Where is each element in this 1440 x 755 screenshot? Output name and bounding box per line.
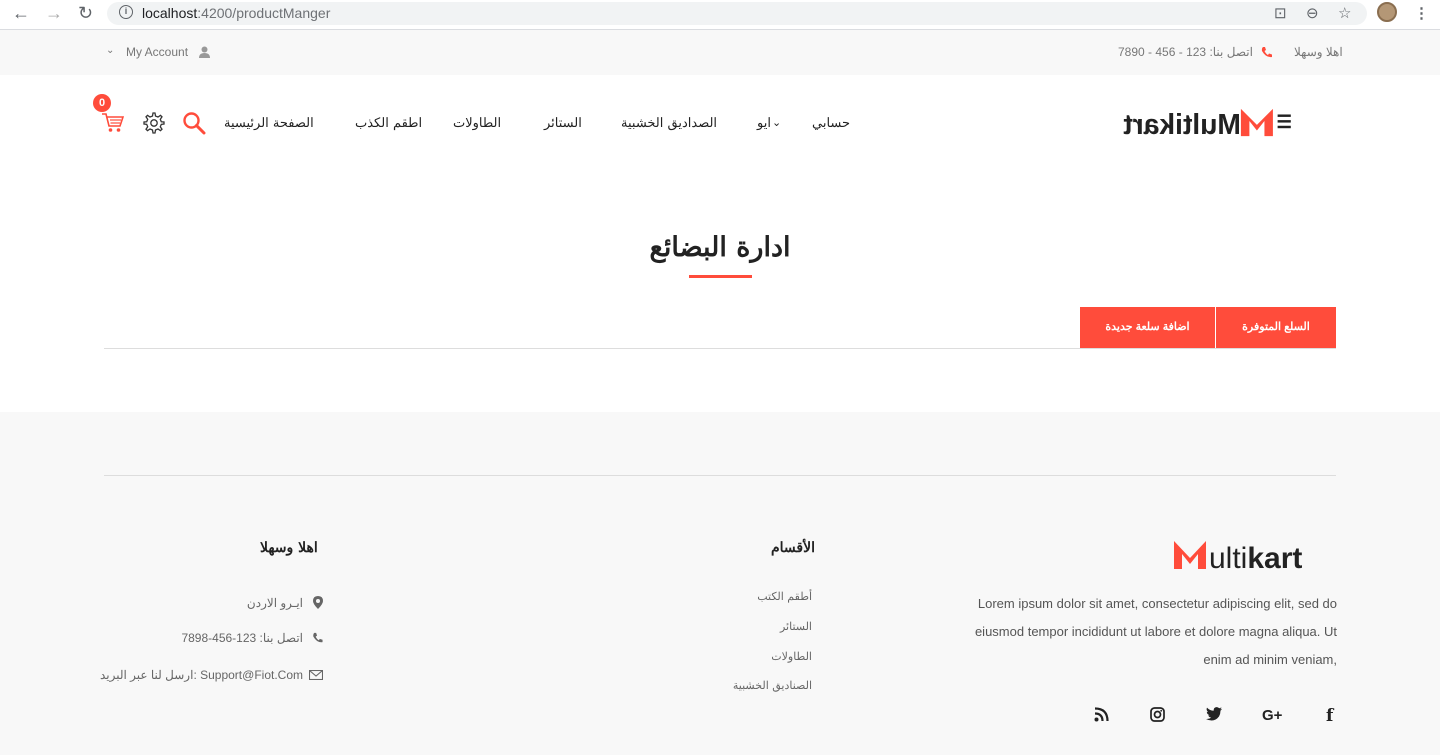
google-plus-icon[interactable]: G+ bbox=[1262, 707, 1282, 724]
welcome-text: اهلا وسهلا bbox=[1294, 45, 1343, 59]
instagram-icon[interactable] bbox=[1150, 707, 1165, 722]
rss-icon[interactable] bbox=[1094, 707, 1109, 722]
footer-link-curtains[interactable]: الستائر bbox=[740, 620, 812, 633]
logo-text: Multikart bbox=[1123, 108, 1241, 138]
envelope-icon bbox=[309, 670, 323, 680]
menu-book-sets[interactable]: اطقم الكذب bbox=[355, 116, 422, 131]
browser-chrome: ← → ↻ i localhost:4200/productManger ⊡ ⊖… bbox=[0, 0, 1440, 30]
footer-email[interactable]: ارسل لنا عبر البريد: Support@Fiot.Com bbox=[80, 668, 303, 682]
menu-dots-icon[interactable]: ⋮ bbox=[1414, 4, 1429, 22]
cart-count-badge: 0 bbox=[93, 94, 111, 112]
menu-item-2[interactable]: ايو bbox=[757, 116, 771, 131]
menu-tables[interactable]: الطاولات bbox=[453, 116, 501, 131]
footer-phone-icon bbox=[313, 632, 323, 643]
gear-icon[interactable] bbox=[142, 111, 166, 135]
menu-home[interactable]: الصفحة الرئيسية bbox=[224, 116, 314, 131]
zoom-icon[interactable]: ⊖ bbox=[1306, 4, 1319, 22]
page-title: ادارة البضائع bbox=[649, 232, 791, 263]
footer-link-book-sets[interactable]: أطقم الكتب bbox=[740, 590, 812, 603]
svg-text:ultikart: ultikart bbox=[1209, 542, 1302, 571]
site-logo[interactable]: Multikart bbox=[1115, 106, 1300, 138]
footer-link-wooden-boxes[interactable]: الصناديق الخشبية bbox=[700, 679, 812, 692]
address-bar[interactable]: i localhost:4200/productManger bbox=[107, 2, 1367, 25]
reload-icon[interactable]: ↻ bbox=[78, 3, 93, 24]
footer-divider bbox=[104, 475, 1336, 476]
footer bbox=[0, 412, 1440, 755]
star-icon[interactable]: ☆ bbox=[1338, 4, 1351, 22]
menu-wooden-boxes[interactable]: الصداديق الخشبية bbox=[621, 116, 717, 131]
footer-address: ايـرو الاردن bbox=[246, 596, 303, 610]
facebook-icon[interactable]: f bbox=[1326, 706, 1333, 726]
title-underline bbox=[689, 275, 752, 278]
profile-avatar[interactable] bbox=[1377, 2, 1397, 22]
footer-categories-title: الأقسام bbox=[771, 540, 815, 556]
twitter-icon[interactable] bbox=[1206, 707, 1222, 721]
menu-chevron-down-icon[interactable]: ⌄ bbox=[772, 116, 781, 129]
menu-curtains[interactable]: الستائر bbox=[544, 116, 582, 131]
translate-icon[interactable]: ⊡ bbox=[1274, 4, 1287, 22]
map-marker-icon bbox=[313, 596, 323, 609]
back-icon[interactable]: ← bbox=[12, 3, 30, 24]
footer-phone: اتصل بنا: 123-456-7898 bbox=[181, 631, 303, 645]
url-text: localhost:4200/productManger bbox=[142, 5, 331, 21]
tabs-divider bbox=[104, 348, 1336, 349]
tab-available-products[interactable]: السلع المتوفرة bbox=[1216, 307, 1336, 348]
tab-add-new-product[interactable]: اضافة سلعة جديدة bbox=[1080, 307, 1215, 348]
chevron-down-icon[interactable]: ⌄ bbox=[106, 45, 114, 56]
user-icon bbox=[199, 46, 210, 58]
footer-link-tables[interactable]: الطاولات bbox=[740, 650, 812, 663]
phone-icon bbox=[1261, 47, 1272, 58]
menu-my-account[interactable]: حسابي bbox=[812, 116, 850, 131]
phone-text: اتصل بنا: 123 - 456 - 7890 bbox=[1118, 45, 1253, 59]
top-bar: ⌄ My Account اتصل بنا: 123 - 456 - 7890 … bbox=[0, 30, 1440, 75]
footer-logo[interactable]: ultikart bbox=[1173, 539, 1338, 571]
info-icon[interactable]: i bbox=[119, 5, 133, 19]
my-account-link[interactable]: My Account bbox=[126, 45, 188, 59]
footer-contact-title: اهلا وسهلا bbox=[260, 540, 318, 556]
footer-about-text: Lorem ipsum dolor sit amet, consectetur … bbox=[974, 596, 1337, 667]
search-icon[interactable] bbox=[182, 111, 206, 135]
forward-icon[interactable]: → bbox=[45, 3, 63, 24]
cart-icon[interactable] bbox=[102, 113, 124, 133]
